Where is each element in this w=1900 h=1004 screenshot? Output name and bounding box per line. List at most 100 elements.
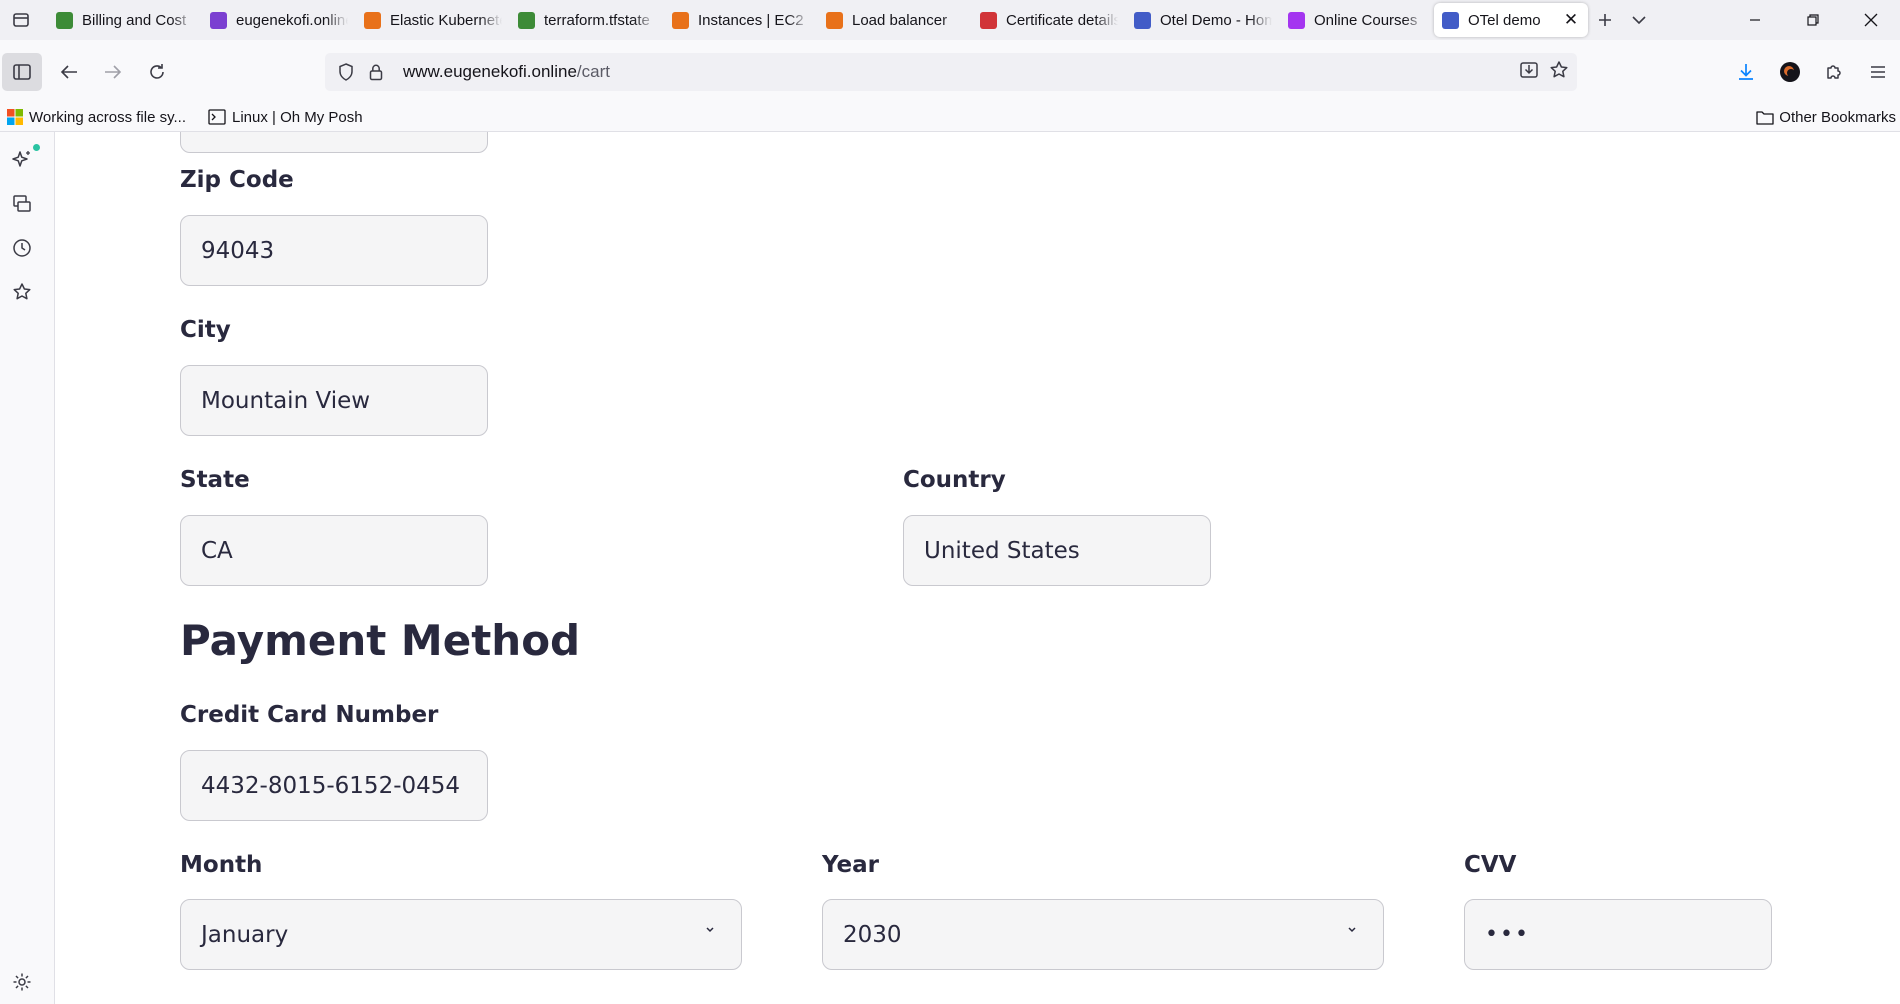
tab[interactable]: Elastic Kubernetes — [356, 3, 510, 37]
acm-icon — [980, 11, 997, 29]
back-button[interactable] — [50, 53, 88, 91]
reload-button[interactable] — [138, 53, 176, 91]
otel-icon — [1134, 11, 1151, 29]
browser-sidebar — [0, 132, 55, 1004]
address-bar-actions — [1519, 53, 1569, 91]
terminal-icon — [208, 109, 226, 125]
notification-dot — [33, 144, 40, 151]
plus-icon — [1599, 14, 1611, 26]
menu-button[interactable] — [1856, 53, 1900, 91]
list-all-tabs-button[interactable] — [1622, 3, 1656, 37]
star-icon — [1550, 60, 1568, 77]
eks-icon — [364, 11, 381, 29]
month-selected-value: January — [201, 921, 289, 948]
forward-button[interactable] — [94, 53, 132, 91]
zip-code-input[interactable]: 94043 — [180, 215, 488, 286]
tracking-protection-icon[interactable] — [331, 63, 361, 81]
tab[interactable]: Certificate details — [972, 3, 1126, 37]
chevron-down-icon — [1348, 927, 1356, 933]
state-input[interactable]: CA — [180, 515, 488, 586]
other-bookmarks-label: Other Bookmarks — [1779, 109, 1896, 126]
back-arrow-icon — [60, 64, 77, 79]
save-page-button[interactable] — [1519, 60, 1539, 85]
bookmarks-sidebar-button[interactable] — [10, 280, 34, 304]
bookmark-star-button[interactable] — [1549, 60, 1569, 85]
sidebar-toggle-button[interactable] — [2, 52, 42, 91]
cvv-masked-value: ••• — [1485, 922, 1530, 947]
tab[interactable]: terraform.tfstate — [510, 3, 664, 37]
tab-title: Otel Demo - Home — [1160, 11, 1272, 29]
tab[interactable]: Instances | EC2 — [664, 3, 818, 37]
bookmark-label: Working across file sy... — [29, 108, 186, 126]
site-info-icon[interactable] — [361, 63, 391, 81]
udemy-icon — [1288, 11, 1305, 29]
star-icon — [13, 283, 31, 300]
tab[interactable]: Otel Demo - Home — [1126, 3, 1280, 37]
otel-icon — [1442, 11, 1459, 29]
tab-active[interactable]: OTel demo ✕ — [1434, 3, 1588, 37]
shield-icon — [339, 63, 353, 81]
restore-button[interactable] — [1784, 0, 1842, 40]
zip-code-label: Zip Code — [180, 167, 294, 193]
bookmark-item[interactable]: Linux | Oh My Posh — [208, 109, 363, 126]
cvv-label: CVV — [1464, 852, 1517, 878]
download-icon — [1739, 63, 1753, 80]
tab-title: Elastic Kubernetes — [390, 11, 502, 29]
clock-icon — [13, 239, 31, 257]
downloads-button[interactable] — [1724, 53, 1768, 91]
microsoft-icon — [7, 109, 23, 125]
tab-title: Billing and Cost — [82, 11, 187, 29]
url-domain: www.eugenekofi.online — [403, 62, 577, 81]
year-label: Year — [822, 852, 880, 878]
lock-icon — [369, 64, 383, 81]
toolbar-right — [1724, 40, 1900, 103]
history-button[interactable] — [10, 236, 34, 260]
tab[interactable]: Online Courses — [1280, 3, 1434, 37]
account-button[interactable] — [1768, 53, 1812, 91]
bookmark-label: Linux | Oh My Posh — [232, 108, 363, 126]
ai-chatbot-button[interactable] — [10, 148, 34, 172]
puzzle-icon — [1827, 64, 1841, 79]
sparkle-icon — [12, 151, 30, 167]
folder-icon — [1756, 110, 1774, 125]
tab-title: Load balancer — [852, 11, 948, 29]
address-field-partial[interactable] — [180, 132, 488, 153]
close-window-button[interactable] — [1842, 0, 1900, 40]
url-text[interactable]: www.eugenekofi.online/cart — [403, 62, 610, 82]
tab-title: eugenekofi.online — [236, 11, 348, 29]
bookmark-item[interactable]: Working across file sy... — [7, 109, 186, 126]
chevron-down-icon — [706, 927, 714, 933]
other-bookmarks-folder[interactable]: Other Bookmarks — [1756, 103, 1896, 132]
state-label: State — [180, 467, 250, 493]
country-input[interactable]: United States — [903, 515, 1211, 586]
gear-icon — [13, 973, 31, 991]
forward-arrow-icon — [105, 64, 122, 79]
month-select[interactable]: January — [180, 899, 742, 970]
month-label: Month — [180, 852, 263, 878]
tab-title: Online Courses — [1314, 11, 1418, 29]
address-bar[interactable]: www.eugenekofi.online/cart — [325, 53, 1577, 91]
new-tab-button[interactable] — [1588, 3, 1622, 37]
credit-card-input[interactable]: 4432-8015-6152-0454 — [180, 750, 488, 821]
city-input[interactable]: Mountain View — [180, 365, 488, 436]
extensions-button[interactable] — [1812, 53, 1856, 91]
country-label: Country — [903, 467, 1006, 493]
year-select[interactable]: 2030 — [822, 899, 1384, 970]
window-controls — [1726, 0, 1900, 40]
minimize-button[interactable] — [1726, 0, 1784, 40]
synced-tabs-button[interactable] — [10, 192, 34, 216]
url-path: /cart — [576, 62, 610, 81]
route53-icon — [210, 11, 227, 29]
tab[interactable]: eugenekofi.online — [202, 3, 356, 37]
firefox-view-icon — [13, 13, 29, 27]
firefox-view-button[interactable] — [4, 3, 38, 37]
avatar-icon — [1780, 61, 1800, 82]
customize-sidebar-button[interactable] — [10, 970, 34, 994]
tab-title: Certificate details — [1006, 11, 1118, 29]
close-tab-icon[interactable]: ✕ — [1562, 11, 1580, 29]
page-content: Zip Code 94043 City Mountain View State … — [56, 132, 1900, 1004]
cvv-input[interactable]: ••• — [1464, 899, 1772, 970]
tab[interactable]: Load balancer — [818, 3, 972, 37]
tab[interactable]: Billing and Cost — [48, 3, 202, 37]
restore-icon — [1807, 14, 1819, 26]
